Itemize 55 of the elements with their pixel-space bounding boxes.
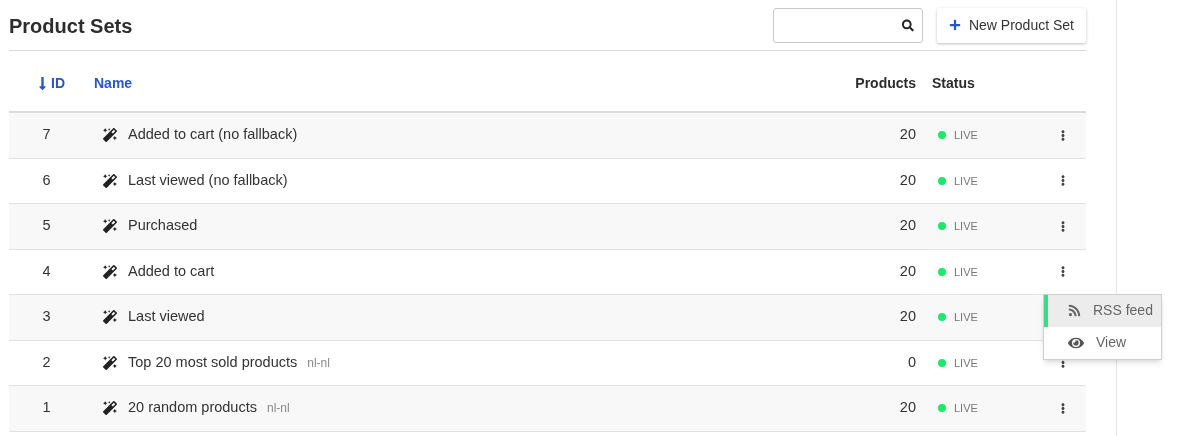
status-label: LIVE — [954, 401, 978, 416]
column-header: Products — [855, 74, 916, 93]
menu-item[interactable]: RSS feed — [1044, 294, 1161, 327]
vertical-dots-icon — [1061, 401, 1065, 415]
products-cell-text: 20 — [899, 307, 916, 327]
search-icon — [902, 18, 914, 32]
menu-item[interactable]: View — [1044, 326, 1161, 359]
products-cell-text: 20 — [899, 261, 916, 281]
name-cell-text: Top 20 most sold products — [128, 352, 298, 372]
vertical-dots-icon — [1061, 174, 1065, 188]
status-label: LIVE — [954, 355, 978, 371]
column-header[interactable]: ID — [38, 73, 65, 94]
column-header[interactable]: Name — [94, 73, 133, 94]
magic-wand-icon — [103, 355, 117, 370]
name-cell-text: Purchased — [128, 216, 198, 236]
id-cell-text: 4 — [42, 261, 51, 281]
status-label: LIVE — [954, 128, 978, 143]
plus-icon — [948, 19, 961, 31]
status-label: LIVE — [954, 173, 978, 189]
search-field[interactable] — [772, 7, 923, 43]
magic-wand-icon — [103, 310, 117, 325]
status-label: LIVE — [954, 264, 978, 280]
vertical-dots-icon — [1061, 128, 1065, 142]
vertical-dots-icon — [1061, 265, 1065, 279]
new-product-set-button[interactable]: New Product Set — [936, 7, 1086, 43]
name-cell-text: 20 random products — [128, 398, 257, 418]
magic-wand-icon — [103, 264, 117, 279]
page-title: Product Sets — [9, 14, 133, 39]
id-cell-text: 6 — [42, 170, 51, 190]
id-cell-text: 7 — [42, 125, 51, 145]
id-cell-text: 2 — [42, 352, 51, 372]
status-label: LIVE — [954, 219, 978, 234]
products-cell-text: 20 — [899, 398, 916, 418]
products-cell-text: 0 — [907, 352, 916, 372]
name-cell-text: Added to cart (no fallback) — [128, 125, 298, 145]
id-cell-text: 3 — [42, 307, 51, 327]
magic-wand-icon — [103, 173, 117, 188]
sort-arrow-icon — [38, 76, 47, 91]
name-cell-text: Added to cart — [128, 261, 215, 281]
id-cell-text: 1 — [42, 398, 51, 418]
products-cell-text: 20 — [899, 125, 916, 145]
rss-icon — [1068, 304, 1081, 318]
products-cell-text: 20 — [899, 216, 916, 236]
status-label: LIVE — [954, 310, 978, 325]
vertical-dots-icon — [1061, 219, 1065, 233]
locale-tag: nl-nl — [266, 399, 290, 418]
name-cell-text: Last viewed (no fallback) — [128, 170, 288, 190]
locale-tag: nl-nl — [307, 353, 330, 372]
name-cell-text: Last viewed — [128, 307, 205, 327]
magic-wand-icon — [103, 401, 117, 416]
magic-wand-icon — [103, 219, 117, 234]
id-cell-text: 5 — [42, 216, 51, 236]
magic-wand-icon — [103, 128, 117, 143]
products-cell-text: 20 — [899, 170, 916, 190]
column-header: Status — [932, 74, 976, 93]
